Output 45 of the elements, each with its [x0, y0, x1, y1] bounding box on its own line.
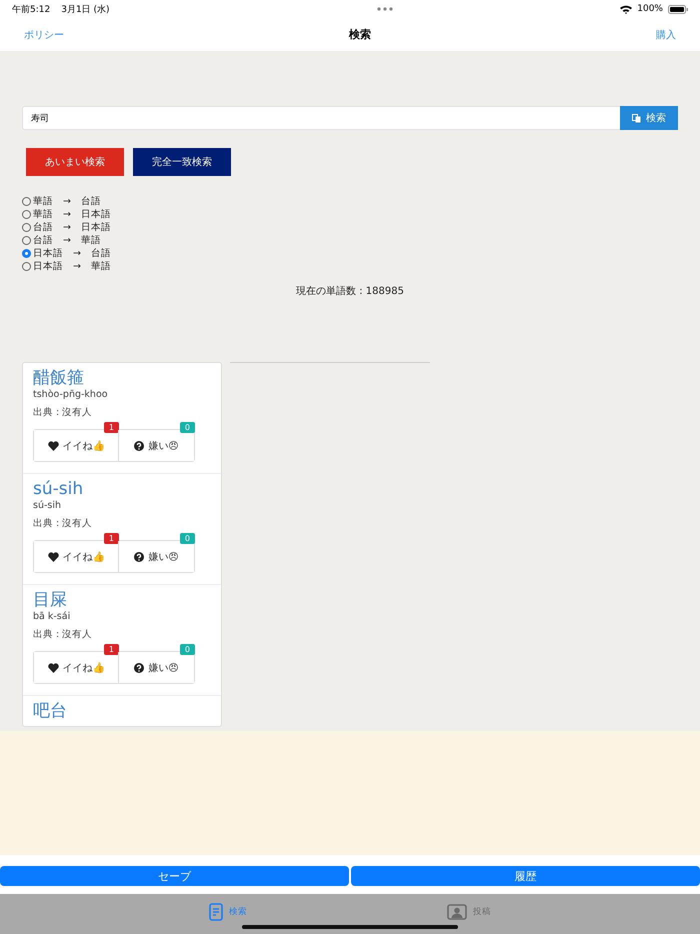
battery-icon	[668, 4, 688, 14]
entry-word[interactable]: sú-sih	[33, 479, 211, 500]
page-title: 検索	[349, 27, 371, 42]
search-button[interactable]: 検索	[620, 106, 678, 130]
like-count: 1	[104, 533, 119, 544]
bottom-button[interactable]: セーブ	[0, 866, 349, 886]
direction-option[interactable]: 日本語 → 華語	[22, 260, 111, 273]
direction-option[interactable]: 台語 → 日本語	[22, 221, 111, 234]
battery-percent: 100%	[637, 4, 663, 14]
entry-source: 出典 : 沒有人	[33, 628, 94, 641]
question-icon	[134, 552, 144, 562]
question-icon	[134, 662, 144, 672]
dislike-count: 0	[180, 422, 195, 433]
question-icon	[134, 440, 144, 450]
entry-word[interactable]: 吧台	[33, 701, 211, 722]
search-mode-button[interactable]: あいまい検索	[26, 148, 124, 176]
dislike-count: 0	[180, 644, 195, 655]
search-field[interactable]: 寿司	[22, 106, 620, 130]
heart-icon	[48, 662, 58, 672]
entry-source: 出典 : 沒有人	[33, 406, 94, 419]
direction-option[interactable]: 日本語 → 台語	[22, 247, 111, 260]
entry-romanization: bā k-sái	[33, 611, 72, 622]
translate-icon	[632, 114, 641, 122]
heart-icon	[48, 440, 58, 450]
person-icon	[447, 904, 467, 920]
search-mode-button[interactable]: 完全一致検索	[133, 148, 231, 176]
entry-romanization: sú-sih	[33, 500, 62, 511]
status-time: 午前5:12	[12, 4, 50, 16]
wifi-icon	[620, 4, 632, 14]
direction-option[interactable]: 台語 → 華語	[22, 234, 101, 247]
like-count: 1	[104, 644, 119, 655]
heart-icon	[48, 552, 58, 562]
entry-romanization: tshòo-pn̄g-khoo	[33, 389, 109, 400]
direction-option[interactable]: 華語 → 日本語	[22, 208, 111, 221]
document-icon	[209, 903, 223, 921]
direction-option[interactable]: 華語 → 台語	[22, 195, 101, 208]
entry-word[interactable]: 醋飯箍	[33, 368, 211, 389]
bottom-button[interactable]: 履歴	[351, 866, 700, 886]
entry-word[interactable]: 目屎	[33, 590, 211, 611]
like-count: 1	[104, 422, 119, 433]
dislike-count: 0	[180, 533, 195, 544]
status-date: 3月1日 (水)	[61, 4, 110, 16]
entry-source: 出典 : 沒有人	[33, 517, 94, 530]
more-icon	[376, 7, 393, 11]
word-count: 現在の単語数 : 188985	[295, 284, 405, 298]
